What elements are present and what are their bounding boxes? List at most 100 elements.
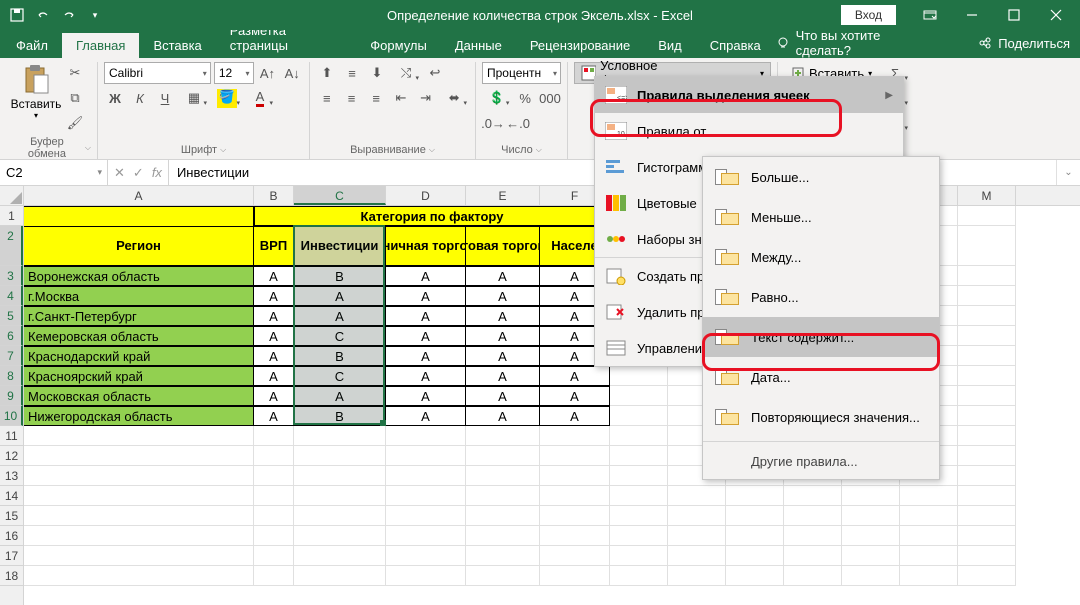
data-cell[interactable]: A [466,346,540,366]
rule-date-occurring[interactable]: Дата... [703,357,939,397]
region-cell[interactable]: Московская область [24,386,254,406]
format-painter-icon[interactable]: 🖌 [64,112,86,134]
data-cell[interactable]: A [254,266,294,286]
data-cell[interactable]: A [466,266,540,286]
maximize-icon[interactable] [994,0,1034,30]
row-header-13[interactable]: 13 [0,466,23,486]
currency-icon[interactable]: 💲 [482,87,511,109]
row-header-12[interactable]: 12 [0,446,23,466]
cancel-formula-icon[interactable]: ✕ [114,165,125,181]
data-cell[interactable]: A [466,366,540,386]
rule-between[interactable]: Между... [703,237,939,277]
row-header-15[interactable]: 15 [0,506,23,526]
align-right-icon[interactable]: ≡ [365,87,387,109]
font-name-dropdown[interactable]: Calibri [104,62,211,84]
data-cell[interactable]: A [540,366,610,386]
data-cell[interactable]: A [386,326,466,346]
align-top-icon[interactable]: ⬆ [316,62,338,84]
wrap-text-icon[interactable]: ↩ [424,62,446,84]
rule-more-rules[interactable]: Другие правила... [703,446,939,479]
rule-text-contains[interactable]: Текст содержит... [703,317,939,357]
col-header-B[interactable]: B [254,186,294,205]
fx-icon[interactable]: fx [152,165,162,180]
row-header-3[interactable]: 3 [0,266,23,286]
cf-highlight-rules[interactable]: <=> Правила выделения ячеек ▶ [595,77,903,113]
row-header-14[interactable]: 14 [0,486,23,506]
row-header-7[interactable]: 7 [0,346,23,366]
merge-icon[interactable]: ⬌ [439,87,469,109]
increase-decimal-icon[interactable]: .0→ [482,112,504,134]
enter-formula-icon[interactable]: ✓ [133,165,144,181]
fill-color-icon[interactable]: 🪣 [212,87,242,109]
data-cell[interactable]: A [386,286,466,306]
data-cell[interactable]: A [466,386,540,406]
row-header-5[interactable]: 5 [0,306,23,326]
header-category[interactable]: Категория по фактору [254,206,610,226]
number-format-dropdown[interactable]: Процентн [482,62,561,84]
row-header-1[interactable]: 1 [0,206,23,226]
undo-icon[interactable] [30,2,56,28]
row-header-10[interactable]: 10 [0,406,23,426]
qa-customize-icon[interactable]: ▾ [82,2,108,28]
align-bottom-icon[interactable]: ⬇ [366,62,388,84]
align-center-icon[interactable]: ≡ [341,87,363,109]
data-cell[interactable]: A [386,386,466,406]
data-cell[interactable]: A [386,266,466,286]
data-cell[interactable]: C [294,326,386,346]
share-button[interactable]: Поделиться [978,36,1070,51]
data-cell[interactable]: A [294,306,386,326]
col-header-C[interactable]: C [294,186,386,205]
rule-duplicate-values[interactable]: Повторяющиеся значения... [703,397,939,437]
bold-icon[interactable]: Ж [104,87,126,109]
data-cell[interactable]: B [294,346,386,366]
data-cell[interactable]: A [386,306,466,326]
comma-icon[interactable]: 000 [539,87,561,109]
rule-equal-to[interactable]: Равно... [703,277,939,317]
data-cell[interactable]: C [294,366,386,386]
data-cell[interactable]: A [254,386,294,406]
underline-icon[interactable]: Ч [154,87,176,109]
italic-icon[interactable]: К [129,87,151,109]
align-left-icon[interactable]: ≡ [316,87,338,109]
data-cell[interactable]: A [386,366,466,386]
region-cell[interactable]: г.Санкт-Петербург [24,306,254,326]
tab-insert[interactable]: Вставка [139,33,215,58]
subheader-D[interactable]: Розничная торговля [386,226,466,266]
login-button[interactable]: Вход [841,5,896,25]
font-size-dropdown[interactable]: 12 [214,62,254,84]
region-cell[interactable]: Воронежская область [24,266,254,286]
data-cell[interactable]: A [466,406,540,426]
row-header-4[interactable]: 4 [0,286,23,306]
row-header-16[interactable]: 16 [0,526,23,546]
tell-me-search[interactable]: Что вы хотите сделать? [775,28,929,58]
subheader-B[interactable]: ВРП [254,226,294,266]
row-header-6[interactable]: 6 [0,326,23,346]
data-cell[interactable]: A [254,326,294,346]
cf-top-bottom-rules[interactable]: 10 Правила от [595,113,903,149]
region-cell[interactable]: Нижегородская область [24,406,254,426]
cut-icon[interactable]: ✂ [64,62,86,84]
tab-data[interactable]: Данные [441,33,516,58]
tab-home[interactable]: Главная [62,33,139,58]
subheader-A[interactable]: Регион [24,226,254,266]
row-headers[interactable]: 123456789101112131415161718 [0,206,24,605]
row-header-17[interactable]: 17 [0,546,23,566]
data-cell[interactable]: A [254,406,294,426]
select-all-corner[interactable] [0,186,24,206]
data-cell[interactable]: A [540,406,610,426]
percent-icon[interactable]: % [514,87,536,109]
tab-review[interactable]: Рецензирование [516,33,644,58]
data-cell[interactable]: A [466,286,540,306]
row-header-9[interactable]: 9 [0,386,23,406]
tab-formulas[interactable]: Формулы [356,33,441,58]
minimize-icon[interactable] [952,0,992,30]
data-cell[interactable]: A [254,366,294,386]
data-cell[interactable]: A [254,346,294,366]
decrease-font-icon[interactable]: A↓ [281,62,303,84]
data-cell[interactable]: A [254,286,294,306]
tab-view[interactable]: Вид [644,33,696,58]
data-cell[interactable]: A [540,386,610,406]
increase-font-icon[interactable]: A↑ [257,62,279,84]
col-header-E[interactable]: E [466,186,540,205]
col-header-A[interactable]: A [24,186,254,205]
